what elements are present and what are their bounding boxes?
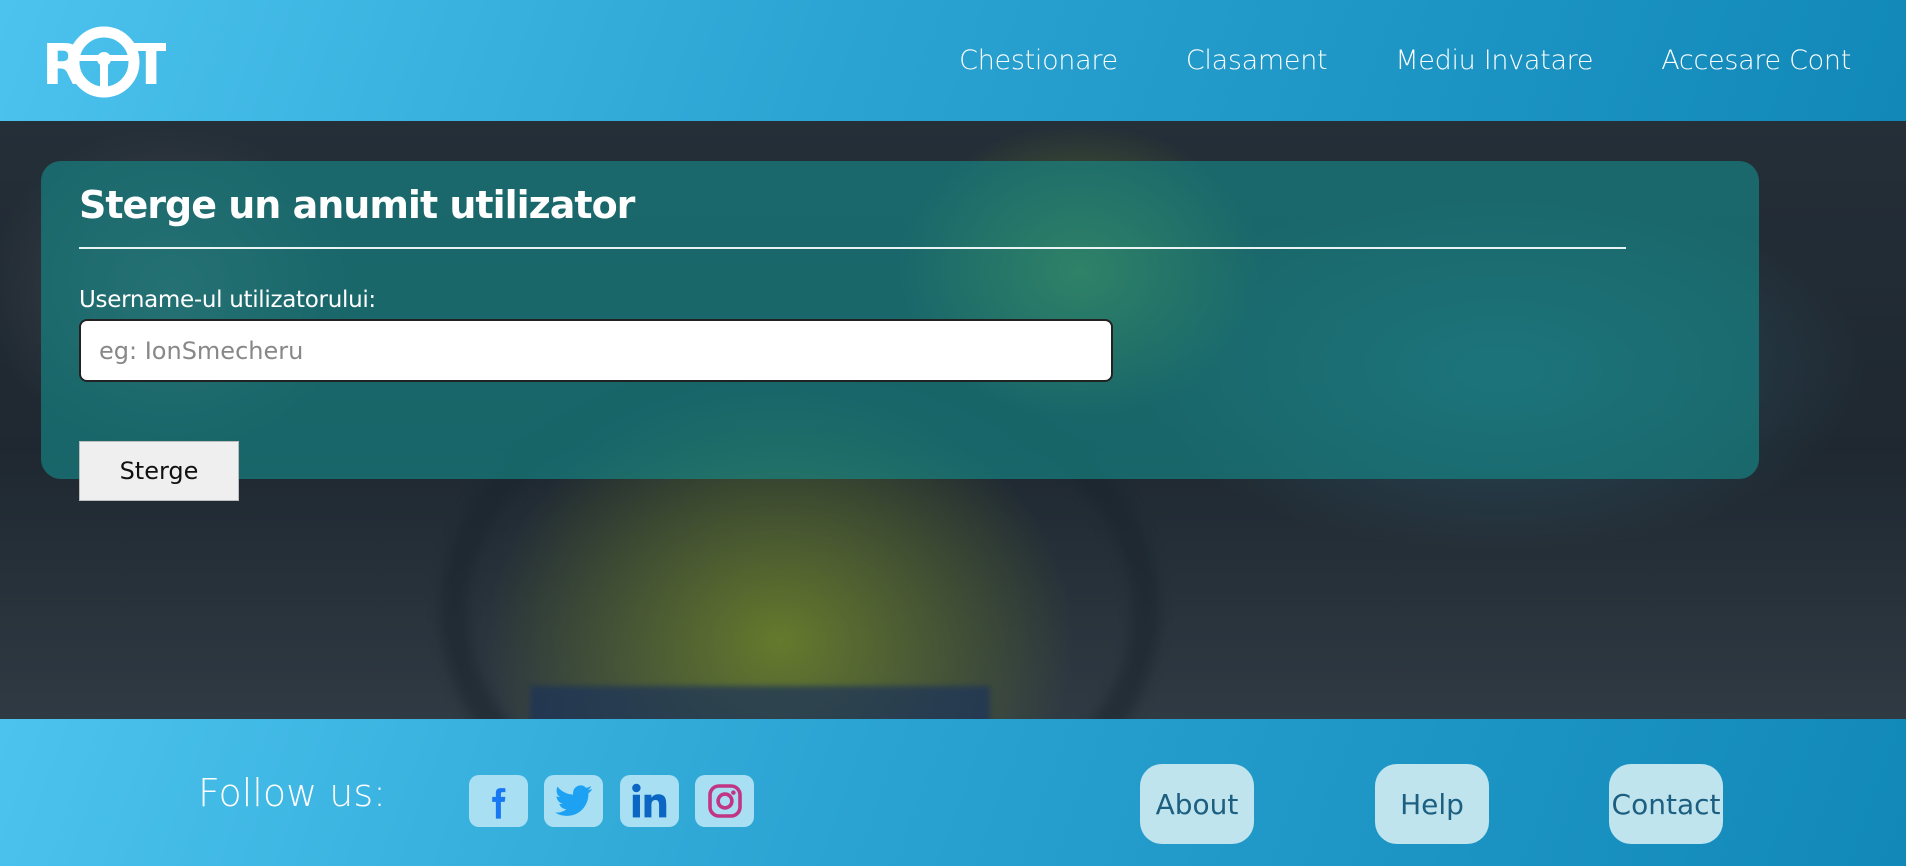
about-button[interactable]: About bbox=[1140, 764, 1254, 844]
help-button[interactable]: Help bbox=[1375, 764, 1489, 844]
svg-text:T: T bbox=[132, 33, 166, 98]
follow-us-label: Follow us: bbox=[198, 771, 386, 815]
facebook-icon bbox=[491, 788, 505, 819]
delete-button[interactable]: Sterge bbox=[79, 441, 239, 501]
page-title: Sterge un anumit utilizator bbox=[79, 183, 635, 227]
instagram-icon bbox=[707, 784, 742, 818]
main-nav: Chestionare Clasament Mediu Invatare Acc… bbox=[959, 0, 1851, 121]
linkedin-icon bbox=[631, 783, 666, 818]
username-input[interactable] bbox=[79, 319, 1113, 382]
title-divider bbox=[79, 247, 1626, 249]
site-logo[interactable]: R T bbox=[42, 24, 166, 100]
nav-link-mediu-invatare[interactable]: Mediu Invatare bbox=[1395, 45, 1593, 76]
username-label: Username-ul utilizatorului: bbox=[79, 287, 376, 313]
instagram-link[interactable] bbox=[695, 775, 754, 827]
main-content: Sterge un anumit utilizator Username-ul … bbox=[0, 121, 1906, 719]
site-header: R T Chestionare Clasament Mediu Invatare… bbox=[0, 0, 1906, 121]
nav-link-clasament[interactable]: Clasament bbox=[1186, 45, 1328, 76]
contact-button[interactable]: Contact bbox=[1609, 764, 1723, 844]
linkedin-link[interactable] bbox=[620, 775, 679, 827]
site-footer: Follow us: About Help Contact bbox=[0, 719, 1906, 866]
nav-link-accesare-cont[interactable]: Accesare Cont bbox=[1661, 45, 1851, 76]
facebook-link[interactable] bbox=[469, 775, 528, 827]
twitter-icon bbox=[554, 785, 592, 816]
delete-user-panel: Sterge un anumit utilizator Username-ul … bbox=[41, 161, 1759, 501]
twitter-link[interactable] bbox=[544, 775, 603, 827]
nav-link-chestionare[interactable]: Chestionare bbox=[959, 45, 1118, 76]
